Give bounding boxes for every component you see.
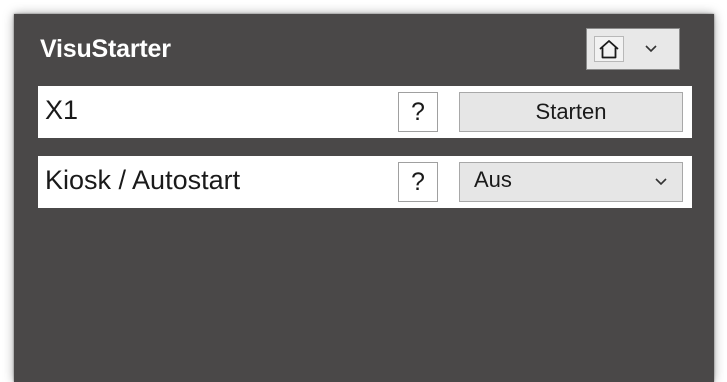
help-button[interactable]: ? [398,162,438,202]
row-kiosk-autostart: Kiosk / Autostart ? Aus [38,156,692,208]
visustarter-window: VisuStarter X1 ? Starten Kiosk / Autosta… [14,14,714,382]
help-button[interactable]: ? [398,92,438,132]
window-title: VisuStarter [40,35,171,63]
autostart-select[interactable]: Aus [459,162,683,202]
row-label: X1 [45,95,79,125]
chevron-down-icon [655,178,667,186]
row-x1: X1 ? Starten [38,86,692,138]
home-icon [594,36,624,62]
home-dropdown[interactable] [586,28,680,70]
select-value: Aus [474,167,512,192]
row-label: Kiosk / Autostart [45,165,241,195]
start-button[interactable]: Starten [459,92,683,132]
chevron-down-icon [645,45,657,53]
